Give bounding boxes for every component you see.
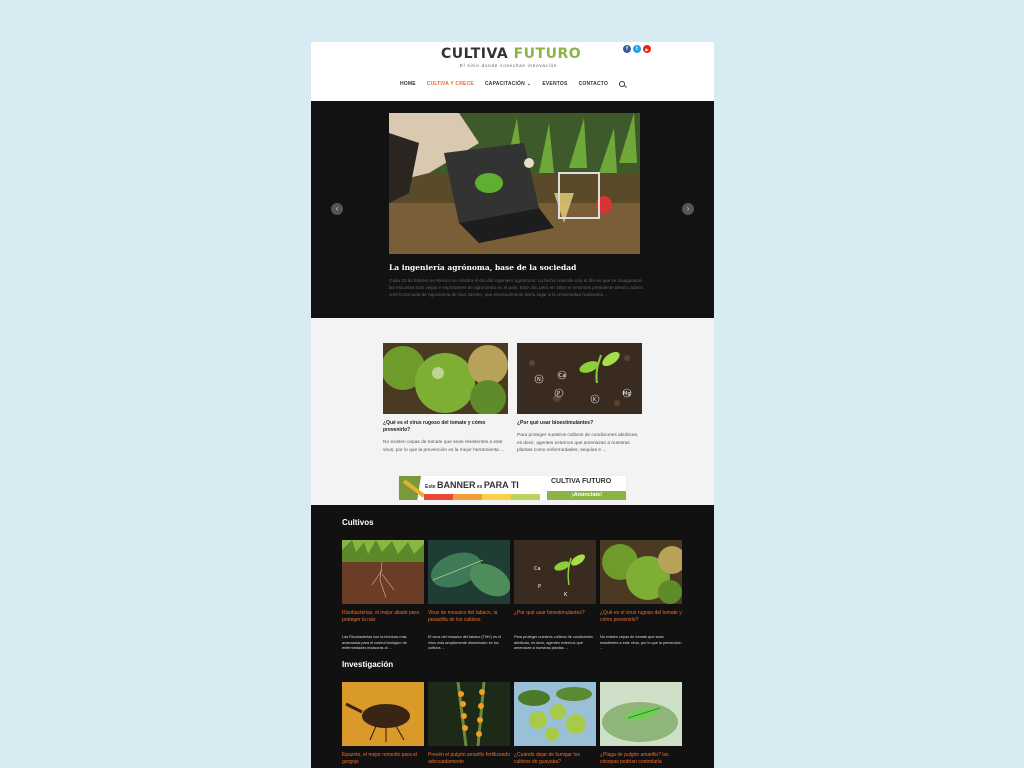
section-title-investigacion: Investigación	[342, 660, 394, 669]
post-image-guava[interactable]	[514, 682, 596, 746]
slider-prev-button[interactable]: ‹	[331, 203, 343, 215]
post-card[interactable]: Prevén el pulgón amarillo fertilizando a…	[428, 682, 510, 768]
banner-cta: ¡Anúnciate!	[571, 492, 603, 498]
svg-text:Ca: Ca	[559, 373, 566, 379]
featured-excerpt: Para proteger nuestros cultivos de condi…	[517, 433, 639, 453]
post-image-aphids[interactable]	[428, 682, 510, 746]
post-image-tomato[interactable]	[600, 540, 682, 604]
post-card[interactable]: ¿Qué es el virus rugoso del tomate y cóm…	[600, 540, 682, 652]
svg-text:Mg: Mg	[623, 391, 631, 397]
post-card[interactable]: Ca P K ¿Por qué usar bioestimulantes? Para…	[514, 540, 596, 652]
post-title[interactable]: Rizobacterias, el mejor aliado para prot…	[342, 610, 424, 632]
twitter-icon[interactable]: t	[633, 45, 641, 53]
post-title[interactable]: ¿Por qué usar bioestimulantes?	[514, 610, 596, 632]
svg-text:P: P	[557, 391, 560, 397]
post-title[interactable]: Prevén el pulgón amarillo fertilizando a…	[428, 752, 510, 768]
post-excerpt: Las Rizobacterias son la técnicas más av…	[342, 635, 407, 650]
banner-logo: CULTIVA FUTURO	[551, 478, 612, 485]
banner-end: PARA TI	[483, 480, 519, 490]
page: CULTIVA FUTURO El sitio donde cosechas i…	[311, 42, 714, 768]
post-card[interactable]: ¿Cuándo dejar de fumigar los cultivos de…	[514, 682, 596, 768]
post-card[interactable]: ¿Plaga de pulgón amarillo? las crisopas …	[600, 682, 682, 768]
hero-title[interactable]: La ingeniería agrónoma, base de la socie…	[389, 263, 576, 272]
post-excerpt: El virus del mosaico del tabaco (TMV) es…	[428, 635, 502, 650]
site-header: CULTIVA FUTURO El sitio donde cosechas i…	[311, 42, 714, 101]
svg-text:N: N	[537, 377, 541, 383]
banner-mid: es	[475, 484, 484, 490]
post-title[interactable]: Epazote, el mejor remedio para el gorgoj…	[342, 752, 424, 768]
main-nav: HOME CULTIVA Y CRECE CAPACITACIÓN ⌄ EVENT…	[311, 81, 714, 87]
post-title[interactable]: ¿Qué es el virus rugoso del tomate y cóm…	[600, 610, 682, 632]
nav-capacitacion[interactable]: CAPACITACIÓN ⌄	[485, 81, 531, 87]
banner-pre: Este	[425, 484, 437, 490]
featured-title[interactable]: ¿Qué es el virus rugoso del tomate y cóm…	[383, 420, 508, 434]
chevron-down-icon: ⌄	[526, 81, 532, 87]
hero-image[interactable]	[389, 113, 640, 254]
featured-excerpt: No existen cepas de tomate que sean resi…	[383, 440, 505, 453]
featured-title[interactable]: ¿Por qué usar bioestimulantes?	[517, 420, 642, 427]
post-card[interactable]: Virus de mosaico del tabaco, la pesadill…	[428, 540, 510, 652]
featured-image-sprout[interactable]: N Ca P K Mg	[517, 343, 642, 414]
svg-text:Ca: Ca	[534, 566, 541, 572]
slider-next-button[interactable]: ›	[682, 203, 694, 215]
post-title[interactable]: ¿Plaga de pulgón amarillo? las crisopas …	[600, 752, 682, 768]
investigacion-grid: Epazote, el mejor remedio para el gorgoj…	[342, 682, 682, 768]
svg-text:P: P	[538, 584, 541, 590]
social-links: f t ▶	[623, 45, 651, 53]
post-card[interactable]: Rizobacterias, el mejor aliado para prot…	[342, 540, 424, 652]
post-image-lacewing[interactable]	[600, 682, 682, 746]
post-image-weevil[interactable]	[342, 682, 424, 746]
featured-card[interactable]: N Ca P K Mg ¿Por qué usar bioestimulantes? P…	[517, 343, 642, 455]
featured-card[interactable]: ¿Qué es el virus rugoso del tomate y cóm…	[383, 343, 508, 454]
section-cultivos-investigacion: Cultivos Rizobacterias, el mejor aliado …	[311, 505, 714, 768]
site-logo[interactable]: CULTIVA FUTURO El sitio donde cosechas i…	[441, 46, 581, 68]
cultivos-grid: Rizobacterias, el mejor aliado para prot…	[342, 540, 682, 652]
post-title[interactable]: ¿Cuándo dejar de fumigar los cultivos de…	[514, 752, 596, 768]
post-image-roots[interactable]	[342, 540, 424, 604]
banner-text: Este BANNER es PARA TI	[425, 480, 519, 490]
post-excerpt: Para proteger nuestros cultivos de condi…	[514, 635, 593, 650]
banner-main: BANNER	[436, 480, 476, 490]
facebook-icon[interactable]: f	[623, 45, 631, 53]
section-title-cultivos: Cultivos	[342, 518, 374, 527]
nav-home[interactable]: HOME	[400, 81, 416, 87]
hero-slider: ‹ › La ingeniería agrónoma, base de la s…	[311, 101, 714, 318]
post-image-sprout[interactable]: Ca P K	[514, 540, 596, 604]
hero-excerpt: Cada 22 de febrero en México se celebra …	[389, 278, 644, 298]
logo-main: CULTIVA	[441, 46, 514, 62]
post-image-leaves[interactable]	[428, 540, 510, 604]
nav-cultiva-y-crece[interactable]: CULTIVA Y CRECE	[427, 81, 474, 87]
featured-image-tomato[interactable]	[383, 343, 508, 414]
youtube-icon[interactable]: ▶	[643, 45, 651, 53]
nav-capacitacion-label: CAPACITACIÓN	[484, 81, 525, 87]
nav-eventos[interactable]: EVENTOS	[542, 81, 567, 87]
search-icon[interactable]	[619, 81, 626, 87]
site-tagline: El sitio donde cosechas innovación	[459, 63, 558, 68]
featured-posts: ¿Qué es el virus rugoso del tomate y cóm…	[311, 318, 714, 505]
post-card[interactable]: Epazote, el mejor remedio para el gorgoj…	[342, 682, 424, 768]
post-title[interactable]: Virus de mosaico del tabaco, la pesadill…	[428, 610, 510, 632]
post-excerpt: No existen cepas de tomate que sean resi…	[600, 635, 682, 650]
nav-contacto[interactable]: CONTACTO	[579, 81, 608, 87]
logo-accent: FUTURO	[513, 46, 582, 62]
ad-banner[interactable]: Este BANNER es PARA TI CULTIVA FUTURO ¡A…	[398, 475, 627, 501]
